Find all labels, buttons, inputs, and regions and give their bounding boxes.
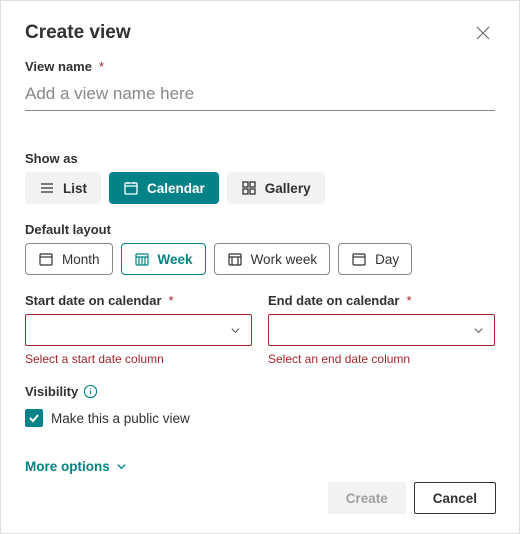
checkmark-icon — [28, 412, 40, 424]
chevron-down-icon — [230, 325, 241, 336]
calendar-workweek-icon — [227, 251, 243, 267]
public-view-checkbox[interactable] — [25, 409, 43, 427]
chevron-down-icon — [116, 461, 127, 472]
start-date-select[interactable] — [25, 314, 252, 346]
close-button[interactable] — [471, 21, 495, 45]
layout-workweek[interactable]: Work week — [214, 243, 331, 275]
show-as-gallery[interactable]: Gallery — [227, 172, 325, 204]
gallery-icon — [241, 180, 257, 196]
show-as-list[interactable]: List — [25, 172, 101, 204]
calendar-day-icon — [351, 251, 367, 267]
end-date-label: End date on calendar* — [268, 293, 495, 308]
start-date-label: Start date on calendar* — [25, 293, 252, 308]
cancel-button[interactable]: Cancel — [414, 482, 496, 514]
view-name-input[interactable] — [25, 80, 495, 111]
calendar-month-icon — [38, 251, 54, 267]
visibility-label: Visibility — [25, 384, 495, 399]
close-icon — [476, 26, 490, 40]
end-date-select[interactable] — [268, 314, 495, 346]
show-as-calendar[interactable]: Calendar — [109, 172, 219, 204]
calendar-icon — [123, 180, 139, 196]
view-name-label: View name* — [25, 59, 495, 74]
more-options-button[interactable]: More options — [25, 459, 127, 474]
start-date-error: Select a start date column — [25, 352, 252, 366]
create-button[interactable]: Create — [328, 482, 406, 514]
end-date-error: Select an end date column — [268, 352, 495, 366]
layout-day[interactable]: Day — [338, 243, 412, 275]
dialog-title: Create view — [25, 22, 131, 44]
chevron-down-icon — [473, 325, 484, 336]
default-layout-label: Default layout — [25, 222, 495, 237]
layout-week[interactable]: Week — [121, 243, 206, 275]
info-icon[interactable] — [83, 384, 98, 399]
layout-month[interactable]: Month — [25, 243, 113, 275]
calendar-week-icon — [134, 251, 150, 267]
list-icon — [39, 180, 55, 196]
public-view-label: Make this a public view — [51, 411, 190, 426]
show-as-label: Show as — [25, 151, 495, 166]
